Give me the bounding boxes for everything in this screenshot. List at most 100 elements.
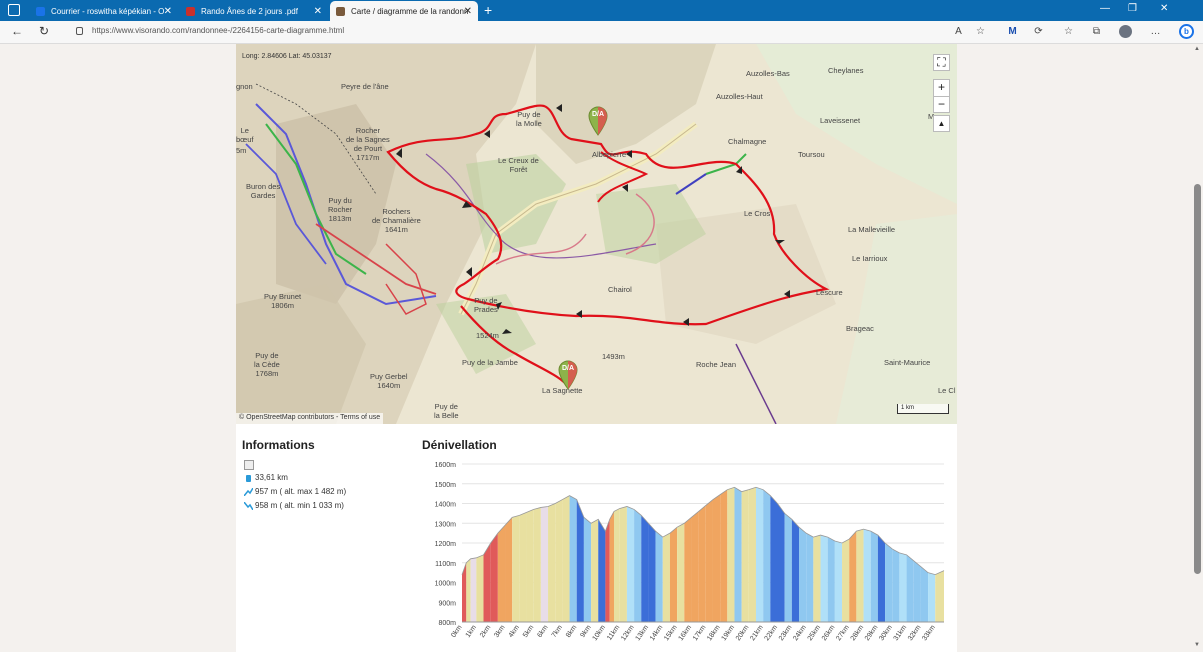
ascent-row: 957 m ( alt. max 1 482 m) <box>244 487 346 496</box>
back-arrow-icon[interactable]: ← <box>11 24 23 38</box>
scrollbar-thumb[interactable] <box>1194 184 1201 574</box>
elevation-segment <box>655 531 663 622</box>
profile-avatar[interactable] <box>1119 25 1132 38</box>
x-tick-label: 9km <box>579 624 592 639</box>
elevation-segment <box>935 570 944 622</box>
minimize-icon[interactable]: — <box>1100 3 1110 14</box>
elevation-segment <box>505 517 513 622</box>
elevation-segment <box>533 507 541 622</box>
scroll-down-icon[interactable]: ▼ <box>1194 642 1200 648</box>
favorites-icon[interactable]: ☆ <box>1063 26 1074 37</box>
elevation-segment <box>583 517 592 622</box>
x-tick-label: 2km <box>479 624 492 639</box>
browser-tab-bar: Courrier - roswitha képékian - O ✕ Rando… <box>0 0 1203 21</box>
x-tick-label: 26km <box>821 624 837 642</box>
map-label: Puy de la Belle <box>434 402 459 420</box>
x-tick-label: 22km <box>764 624 780 642</box>
elevation-segment <box>691 511 699 622</box>
elevation-segment <box>870 531 878 622</box>
elevation-segment <box>609 511 615 622</box>
extension-icon[interactable]: M <box>1007 26 1018 37</box>
x-tick-label: 5km <box>522 624 535 639</box>
elevation-segment <box>863 529 871 622</box>
fullscreen-button[interactable]: ⛶ <box>933 54 950 71</box>
descent-value: 958 m ( alt. min 1 033 m) <box>255 501 344 510</box>
elevation-segment <box>619 506 627 622</box>
map-label: Rocher de la Sagnes de Pourt 1717m <box>346 126 390 162</box>
elevation-segment <box>885 543 893 622</box>
visorando-icon <box>336 6 345 16</box>
extensions-puzzle-icon[interactable]: ⟳ <box>1033 26 1044 37</box>
read-aloud-icon[interactable]: A <box>953 26 964 37</box>
close-window-icon[interactable]: ✕ <box>1160 3 1168 14</box>
elevation-segment <box>920 566 929 622</box>
y-tick-label: 800m <box>438 620 456 627</box>
elevation-segment <box>899 552 907 622</box>
close-tab-icon[interactable]: ✕ <box>464 6 472 17</box>
elevation-segment <box>856 529 864 622</box>
descent-row: 958 m ( alt. min 1 033 m) <box>244 501 344 510</box>
window-menu-icon[interactable] <box>8 4 20 16</box>
elevation-segment <box>648 523 656 622</box>
page-scrollbar[interactable]: ▲ ▼ <box>1192 44 1203 652</box>
elevation-segment <box>720 489 728 622</box>
tab-rando-pdf[interactable]: Rando Ânes de 2 jours .pdf ✕ <box>180 1 328 21</box>
new-tab-icon[interactable]: + <box>484 2 492 18</box>
start-finish-marker[interactable]: D/A <box>588 106 608 136</box>
pdf-icon <box>186 6 195 16</box>
x-tick-label: 33km <box>921 624 937 642</box>
zoom-in-button[interactable]: + <box>933 79 950 96</box>
x-tick-label: 10km <box>591 624 607 642</box>
elevation-segment <box>669 527 678 622</box>
map-label: gnon <box>236 82 253 91</box>
map-label: Auzolles-Bas <box>746 69 790 78</box>
tab-carte-diagramme[interactable]: Carte / diagramme de la randonn ✕ <box>330 1 478 21</box>
copilot-icon[interactable]: b <box>1179 24 1194 39</box>
map-label: Roche Jean <box>696 360 737 369</box>
x-tick-label: 1km <box>465 624 478 639</box>
reset-north-button[interactable]: ▲ <box>933 115 950 132</box>
elevation-chart[interactable]: 800m 900m 1000m 1100m 1200m 1300m 1400m 1500m 16… <box>422 459 957 651</box>
elevation-segment <box>562 495 570 622</box>
collections-icon[interactable]: ⧉ <box>1091 26 1102 37</box>
y-tick-label: 1300m <box>435 521 457 528</box>
x-tick-label: 12km <box>620 624 636 642</box>
close-tab-icon[interactable]: ✕ <box>314 6 322 17</box>
browser-toolbar: ← ↻ https://www.visorando.com/randonnee-… <box>0 21 1203 44</box>
y-tick-label: 1100m <box>435 561 456 568</box>
map-attribution[interactable]: © OpenStreetMap contributors - Terms of … <box>236 413 384 424</box>
elevation-segment <box>842 539 850 622</box>
elevation-segment <box>849 531 857 622</box>
ascent-value: 957 m ( alt. max 1 482 m) <box>255 487 347 496</box>
tab-courrier[interactable]: Courrier - roswitha képékian - O ✕ <box>30 1 178 21</box>
page-content: Long: 2.84606 Lat: 45.03137 Peyre de l'â… <box>236 44 957 652</box>
elevation-segment <box>734 487 742 622</box>
elevation-segment <box>777 503 785 622</box>
start-finish-marker[interactable]: D/A <box>558 360 578 390</box>
x-tick-label: 6km <box>536 624 549 639</box>
y-tick-label: 1500m <box>435 482 457 489</box>
scroll-up-icon[interactable]: ▲ <box>1194 46 1200 52</box>
map-label: La Mallevieille <box>848 225 896 234</box>
refresh-icon[interactable]: ↻ <box>39 24 49 38</box>
map-label: Rochers de Chamalière 1641m <box>372 207 421 234</box>
x-tick-label: 14km <box>649 624 665 642</box>
close-tab-icon[interactable]: ✕ <box>164 6 172 17</box>
route-map[interactable]: Long: 2.84606 Lat: 45.03137 Peyre de l'â… <box>236 44 957 424</box>
maximize-icon[interactable]: ❐ <box>1128 3 1137 14</box>
map-label: Peyre de l'âne <box>341 82 389 91</box>
elevation-segment <box>712 494 721 622</box>
informations-heading: Informations <box>242 438 315 452</box>
zoom-out-button[interactable]: − <box>933 96 950 113</box>
address-bar[interactable]: https://www.visorando.com/randonnee-/226… <box>66 23 966 41</box>
elevation-segment <box>483 543 491 622</box>
x-tick-label: 24km <box>792 624 808 642</box>
x-tick-label: 18km <box>706 624 722 642</box>
more-options-icon[interactable]: … <box>1150 26 1161 37</box>
map-scale-bar: 1 km <box>897 404 949 414</box>
favorite-star-icon[interactable]: ☆ <box>975 26 986 37</box>
map-label: Saint-Maurice <box>884 358 931 367</box>
elevation-segment <box>820 535 828 622</box>
x-tick-label: 11km <box>606 624 621 642</box>
elevation-segment <box>497 525 506 622</box>
